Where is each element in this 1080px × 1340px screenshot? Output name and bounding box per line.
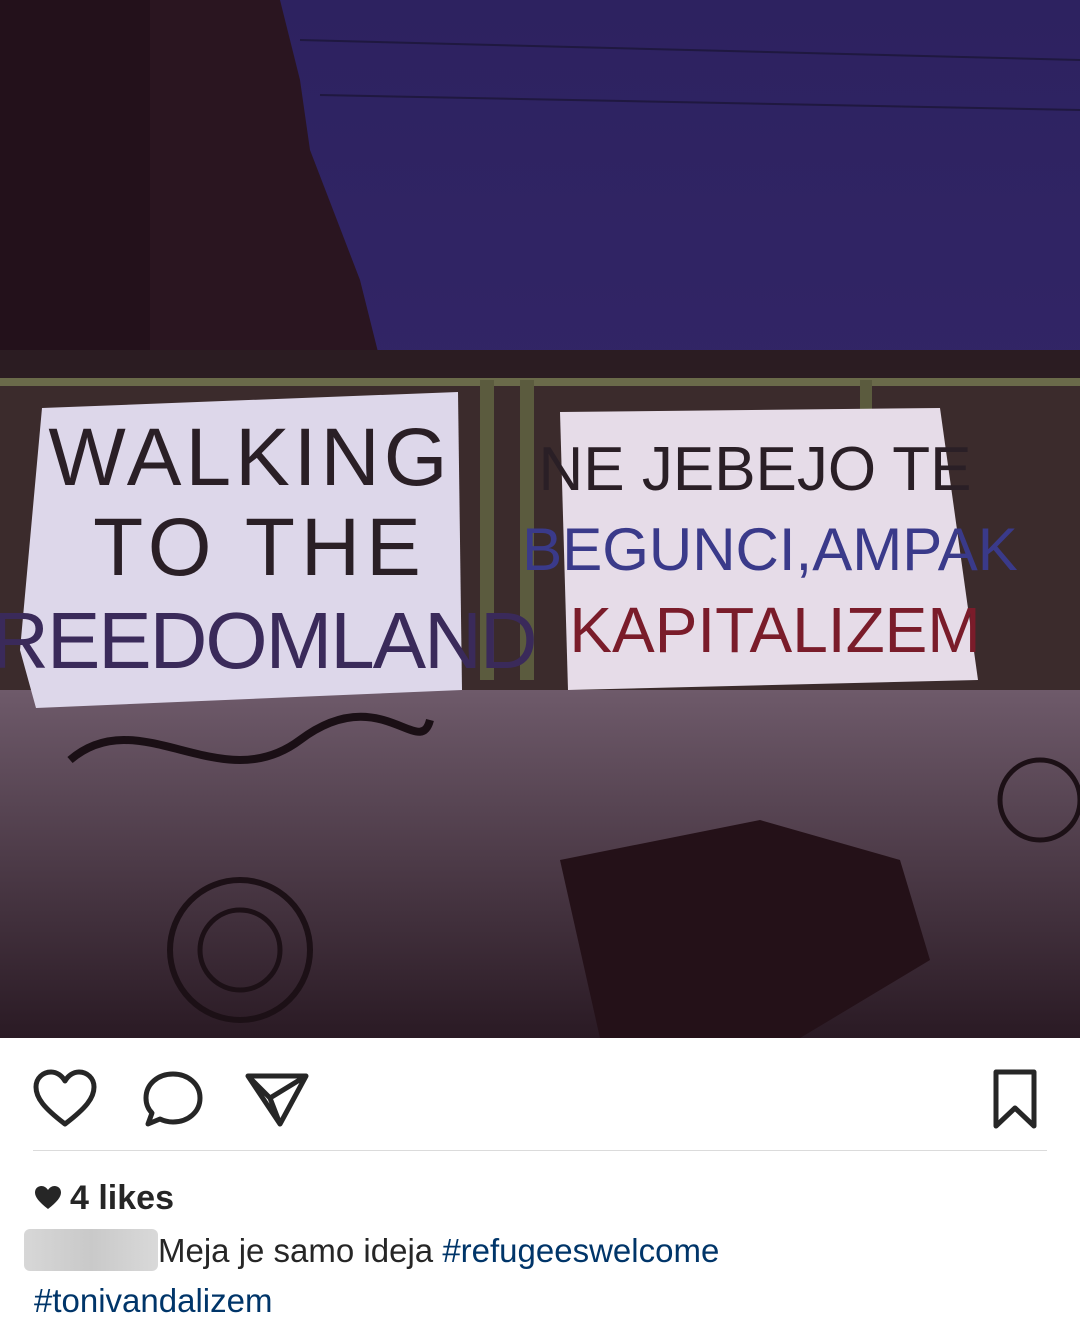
likes-count[interactable]: 4 likes xyxy=(34,1176,174,1220)
like-button[interactable] xyxy=(32,1068,98,1130)
paper-plane-icon xyxy=(245,1073,309,1127)
bookmark-icon xyxy=(993,1069,1037,1129)
post-photo[interactable]: WALKING TO THE FREEDOMLAND NE JEBEJO TE … xyxy=(0,0,1080,1038)
post-photo-image: WALKING TO THE FREEDOMLAND NE JEBEJO TE … xyxy=(0,0,1080,1038)
divider xyxy=(33,1150,1047,1151)
heart-outline-icon xyxy=(33,1069,97,1127)
banner-right-line-1: NE JEBEJO TE xyxy=(539,435,972,504)
hashtag-link[interactable]: #refugeeswelcome xyxy=(442,1232,719,1269)
banner-left-line-2: TO THE xyxy=(93,502,427,593)
caption: Meja je samo ideja #refugeeswelcome #toni… xyxy=(24,1226,1054,1326)
banner-left-line-3: FREEDOMLAND xyxy=(0,596,536,685)
hashtag-link[interactable]: #tonivandalizem xyxy=(34,1282,272,1319)
banner-right-line-3: KAPITALIZEM xyxy=(569,594,980,666)
comment-button[interactable] xyxy=(140,1068,206,1130)
save-button[interactable] xyxy=(982,1068,1048,1130)
share-button[interactable] xyxy=(244,1068,310,1130)
likes-text: 4 likes xyxy=(70,1178,174,1217)
speech-bubble-icon xyxy=(143,1071,203,1127)
username-redacted[interactable] xyxy=(24,1229,158,1271)
heart-filled-icon xyxy=(35,1186,61,1209)
caption-text: Meja je samo ideja xyxy=(158,1232,443,1269)
banner-right-line-2: BEGUNCI,AMPAK xyxy=(522,516,1018,583)
banner-left-line-1: WALKING xyxy=(48,412,451,503)
